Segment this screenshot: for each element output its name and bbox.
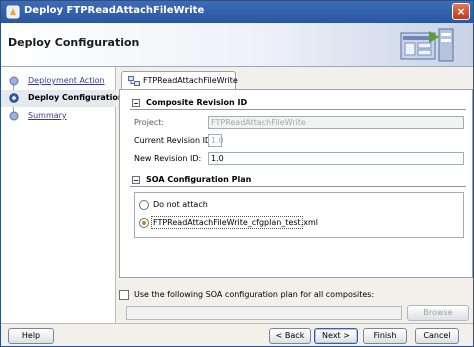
nav-step-deployment-action[interactable]: Deployment Action: [1, 73, 116, 90]
window-title: Deploy FTPReadAttachFileWrite: [24, 5, 205, 16]
project-field: FTPReadAttachFileWrite: [208, 116, 464, 129]
wizard-steps-nav: Deployment Action Deploy Configuration S…: [1, 67, 124, 323]
composite-revision-section[interactable]: Composite Revision ID: [130, 97, 466, 110]
current-revision-label: Current Revision ID:: [134, 136, 214, 145]
wizard-header: Deploy Configuration: [1, 23, 473, 67]
nav-step-label: Deploy Configuration: [28, 93, 124, 102]
title-bar: Deploy FTPReadAttachFileWrite ×: [1, 1, 473, 23]
project-row: Project: FTPReadAttachFileWrite: [134, 116, 464, 130]
collapse-icon[interactable]: [132, 99, 140, 107]
new-revision-label: New Revision ID:: [134, 154, 202, 163]
completed-step-icon: [9, 76, 19, 86]
configuration-panel: Composite Revision ID Project: FTPReadAt…: [119, 89, 473, 278]
radio-label: Do not attach: [153, 200, 208, 209]
tab-composite[interactable]: FTPReadAttachFileWrite: [121, 71, 238, 89]
section-divider: [130, 109, 466, 110]
nav-step-deploy-configuration[interactable]: Deploy Configuration: [1, 90, 124, 107]
current-revision-field: 1.0: [208, 134, 224, 147]
finish-button[interactable]: Finish: [363, 328, 407, 344]
nav-step-summary[interactable]: Summary: [1, 108, 116, 125]
jdeveloper-icon: [6, 5, 20, 19]
new-revision-field[interactable]: 1.0: [208, 152, 464, 165]
close-button[interactable]: ×: [452, 3, 470, 20]
nav-step-label[interactable]: Summary: [28, 111, 67, 120]
use-plan-checkbox[interactable]: [119, 290, 129, 300]
new-revision-row: New Revision ID: 1.0: [134, 152, 464, 166]
pending-step-icon: [9, 111, 19, 121]
help-button[interactable]: Help: [8, 328, 54, 344]
section-title: Composite Revision ID: [146, 98, 248, 107]
cancel-button[interactable]: Cancel: [415, 328, 459, 344]
content-area: FTPReadAttachFileWrite Composite Revisio…: [117, 67, 473, 323]
current-step-icon: [9, 93, 19, 103]
tab-label: FTPReadAttachFileWrite: [143, 76, 238, 85]
footer-divider: [1, 323, 473, 324]
back-button[interactable]: < Back: [269, 328, 311, 344]
composite-icon: [128, 76, 140, 86]
radio-unselected-icon[interactable]: [139, 200, 149, 210]
radio-label: FTPReadAttachFileWrite_cfgplan_test.xml: [153, 218, 318, 227]
collapse-icon[interactable]: [132, 176, 140, 184]
deployment-graphic-icon: [400, 28, 454, 62]
nav-step-label[interactable]: Deployment Action: [28, 76, 105, 85]
section-title: SOA Configuration Plan: [146, 175, 252, 184]
soa-plan-section[interactable]: SOA Configuration Plan: [130, 174, 466, 187]
soa-plan-options: Do not attach FTPReadAttachFileWrite_cfg…: [134, 192, 464, 238]
use-plan-for-all-row[interactable]: Use the following SOA configuration plan…: [119, 289, 469, 302]
deploy-dialog: Deploy FTPReadAttachFileWrite × Deploy C…: [0, 0, 474, 347]
project-label: Project:: [134, 118, 165, 127]
close-icon: ×: [456, 5, 466, 18]
browse-button: Browse: [407, 305, 469, 321]
plan-path-input: [126, 306, 402, 320]
use-plan-label: Use the following SOA configuration plan…: [134, 290, 375, 299]
section-divider: [130, 186, 466, 187]
next-button[interactable]: Next >: [314, 328, 358, 344]
page-title: Deploy Configuration: [8, 36, 140, 49]
current-revision-row: Current Revision ID: 1.0: [134, 134, 464, 148]
radio-selected-icon[interactable]: [139, 218, 149, 228]
